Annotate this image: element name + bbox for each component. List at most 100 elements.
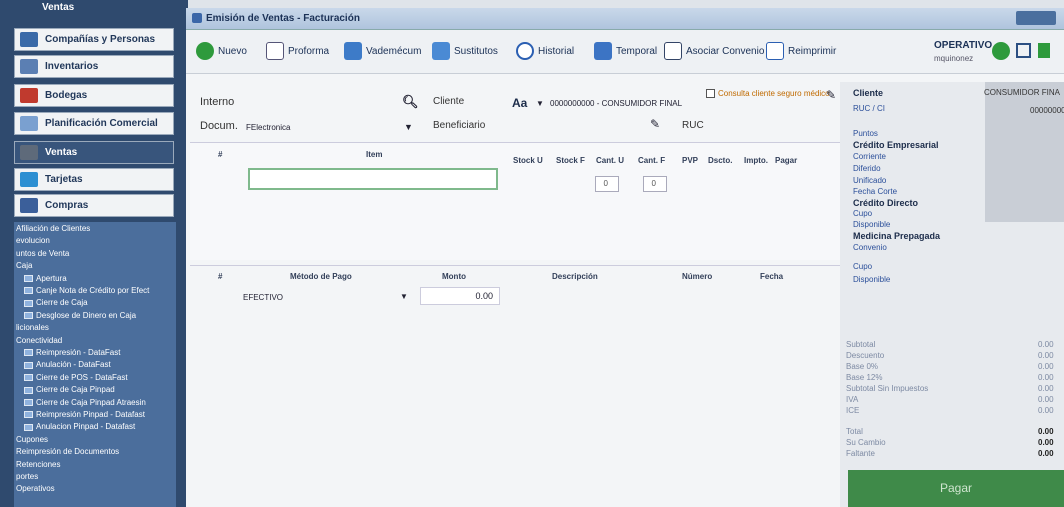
tree-item[interactable]: Canje Nota de Crédito por Efect xyxy=(24,286,149,295)
payment-chevron-icon[interactable]: ▼ xyxy=(400,292,408,301)
vademecum-button[interactable]: Vademécum xyxy=(344,42,421,60)
module-5[interactable]: Tarjetas xyxy=(14,168,174,191)
tree-item[interactable]: Desglose de Dinero en Caja xyxy=(24,311,136,320)
total-value: 0.00 xyxy=(1038,373,1054,382)
save-icon xyxy=(594,42,612,60)
window-titlebar: Emisión de Ventas - Facturación xyxy=(186,8,1064,30)
interno-label: Interno xyxy=(200,96,235,108)
module-6[interactable]: Compras xyxy=(14,194,174,217)
module-icon xyxy=(20,116,38,131)
printer-icon xyxy=(766,42,784,60)
total-label: Descuento xyxy=(846,351,885,360)
temporal-button[interactable]: Temporal xyxy=(594,42,657,60)
cant-u-spinner[interactable]: 0 xyxy=(595,176,619,192)
item-header: Impto. xyxy=(744,156,768,165)
tree-item[interactable]: Reimpresión - DataFast xyxy=(24,348,120,357)
item-header: Item xyxy=(366,150,383,159)
folder-icon xyxy=(24,423,33,431)
search-icon[interactable]: 🔍︎ xyxy=(402,94,419,110)
window-controls-icon[interactable] xyxy=(1016,11,1056,25)
window-icon xyxy=(192,13,202,23)
folder-icon xyxy=(24,398,33,406)
payment-method[interactable]: EFECTIVO xyxy=(243,293,283,302)
status-label: OPERATIVO xyxy=(934,40,993,51)
ruc-value: 000000000 xyxy=(1030,106,1064,115)
tree-item[interactable]: Reimpresión Pinpad - Datafast xyxy=(24,410,145,419)
item-input[interactable] xyxy=(248,168,498,190)
tree-item[interactable]: Cupones xyxy=(16,435,48,444)
edit-icon[interactable]: ✎ xyxy=(826,88,836,102)
tree-item[interactable]: Afiliación de Clientes xyxy=(16,224,90,233)
module-4[interactable]: Ventas xyxy=(14,141,174,164)
tree-item[interactable]: Apertura xyxy=(24,274,67,283)
payment-header: Método de Pago xyxy=(290,272,352,281)
reimprimir-button[interactable]: Reimprimir xyxy=(766,42,836,60)
folder-icon xyxy=(24,374,33,382)
module-3[interactable]: Planificación Comercial xyxy=(14,112,174,135)
new-button[interactable]: Nuevo xyxy=(196,42,247,60)
total-label: Faltante xyxy=(846,449,875,458)
tree-item[interactable]: Caja xyxy=(16,261,32,270)
edit-beneficiario-icon[interactable]: ✎ xyxy=(650,117,660,131)
folder-icon xyxy=(24,274,33,282)
tree-item[interactable]: Conectividad xyxy=(16,336,62,345)
payment-amount[interactable]: 0.00 xyxy=(420,287,500,305)
tree-item[interactable]: Anulación - DataFast xyxy=(24,360,111,369)
tree-item[interactable]: untos de Venta xyxy=(16,249,69,258)
aa-chevron-icon[interactable]: ▼ xyxy=(536,99,544,108)
seguro-medico-label: Consulta cliente seguro médico xyxy=(718,89,830,98)
book-icon xyxy=(344,42,362,60)
tree-item[interactable]: Cierre de Caja Pinpad xyxy=(24,385,115,394)
cant-f-spinner[interactable]: 0 xyxy=(643,176,667,192)
tree-item[interactable]: Cierre de Caja xyxy=(24,298,88,307)
total-label: Base 12% xyxy=(846,373,883,382)
item-header: # xyxy=(218,150,223,159)
cliente-label: Cliente xyxy=(433,96,465,107)
right-label: Cupo xyxy=(853,262,873,271)
tree-item[interactable]: portes xyxy=(16,472,38,481)
exit-icon[interactable] xyxy=(1038,43,1050,58)
payments-grid xyxy=(190,265,840,365)
tree-item[interactable]: evolucion xyxy=(16,236,50,245)
asociar-convenio-button[interactable]: Asociar Convenio xyxy=(664,42,764,60)
docum-value[interactable]: FElectronica xyxy=(246,123,290,132)
tree-item[interactable]: licionales xyxy=(16,323,49,332)
tree-item[interactable]: Cierre de POS - DataFast xyxy=(24,373,128,382)
total-label: IVA xyxy=(846,395,859,404)
module-2[interactable]: Bodegas xyxy=(14,84,174,107)
sidebar-top-label: Ventas xyxy=(42,2,75,13)
folder-icon xyxy=(24,312,33,320)
tree-item[interactable]: Retenciones xyxy=(16,460,60,469)
cliente-value[interactable]: 0000000000 - CONSUMIDOR FINAL xyxy=(550,99,682,108)
historial-button[interactable]: Historial xyxy=(516,42,574,60)
proforma-button[interactable]: Proforma xyxy=(266,42,329,60)
module-0[interactable]: Compañías y Personas xyxy=(14,28,174,51)
chevron-down-icon[interactable]: ▼ xyxy=(404,122,413,132)
tree-item[interactable]: Anulacion Pinpad - Datafast xyxy=(24,422,135,431)
pagar-button[interactable]: Pagar xyxy=(848,470,1064,507)
external-link-icon[interactable] xyxy=(1016,43,1031,58)
sustitutos-button[interactable]: Sustitutos xyxy=(432,42,498,60)
tree-item[interactable]: Cierre de Caja Pinpad Atraesin xyxy=(24,398,146,407)
total-label: Base 0% xyxy=(846,362,879,371)
module-icon xyxy=(20,59,38,74)
item-header: Stock F xyxy=(556,156,585,165)
right-label: Convenio xyxy=(853,243,887,252)
module-icon xyxy=(20,88,38,103)
right-label: Medicina Prepagada xyxy=(853,231,941,241)
right-label: Fecha Corte xyxy=(853,187,898,196)
right-label: Diferido xyxy=(853,164,881,173)
checkbox[interactable] xyxy=(706,89,715,98)
payment-header: Número xyxy=(682,272,713,281)
module-icon xyxy=(20,32,38,47)
right-label: Crédito Empresarial xyxy=(853,140,939,150)
total-value: 0.00 xyxy=(1038,427,1054,436)
aa-selector[interactable]: Aa xyxy=(512,96,527,110)
tree-item[interactable]: Reimpresión de Documentos xyxy=(16,447,119,456)
tree-item[interactable]: Operativos xyxy=(16,484,55,493)
right-label: Cliente xyxy=(853,88,884,98)
total-label: ICE xyxy=(846,406,860,415)
module-icon xyxy=(20,172,38,187)
folder-icon xyxy=(24,411,33,419)
module-1[interactable]: Inventarios xyxy=(14,55,174,78)
